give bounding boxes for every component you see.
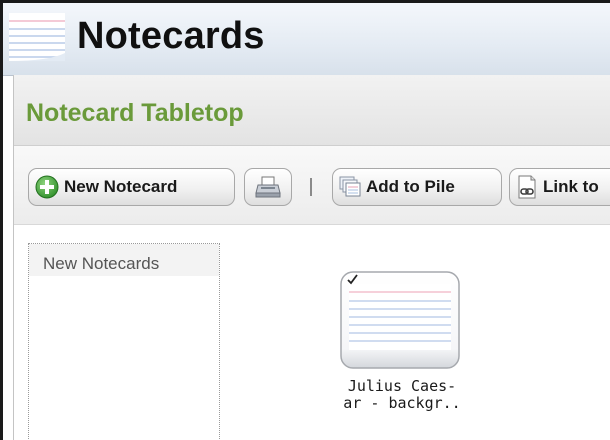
pile-new-notecards[interactable]: New Notecards bbox=[28, 243, 220, 440]
link-icon bbox=[518, 175, 536, 199]
app-window: Notecards Notecard Tabletop New Notecard… bbox=[0, 0, 610, 440]
panel-header: Notecard Tabletop bbox=[14, 75, 610, 146]
link-to-label: Link to bbox=[543, 177, 599, 196]
add-to-pile-label: Add to Pile bbox=[366, 177, 455, 196]
app-title: Notecards bbox=[77, 15, 265, 57]
tabletop-workspace: New Notecards Julius Caes- ar - backgr.. bbox=[14, 225, 610, 440]
cards-pile-icon bbox=[339, 176, 361, 197]
notecard-stack-icon bbox=[9, 13, 65, 61]
plus-circle-icon bbox=[35, 175, 59, 199]
panel-title: Notecard Tabletop bbox=[26, 99, 244, 127]
toolbar-separator bbox=[310, 178, 312, 196]
notecard-tabletop-panel: Notecard Tabletop New Notecard Add to Pi… bbox=[13, 75, 610, 440]
printer-icon bbox=[255, 176, 281, 198]
notecard-title-line-2: ar - backgr.. bbox=[343, 394, 461, 412]
print-button[interactable] bbox=[244, 168, 292, 206]
notecard-title-line-1: Julius Caes- bbox=[347, 377, 457, 395]
notecard-title[interactable]: Julius Caes- ar - backgr.. bbox=[332, 378, 472, 412]
pile-label: New Notecards bbox=[29, 244, 219, 276]
new-notecard-label: New Notecard bbox=[64, 177, 178, 196]
toolbar: New Notecard Add to Pile Link to bbox=[14, 146, 610, 225]
add-to-pile-button[interactable]: Add to Pile bbox=[332, 168, 502, 206]
new-notecard-button[interactable]: New Notecard bbox=[28, 168, 235, 206]
link-to-button[interactable]: Link to bbox=[509, 168, 610, 206]
title-bar: Notecards bbox=[3, 3, 610, 76]
notecard-icon[interactable] bbox=[339, 270, 461, 370]
